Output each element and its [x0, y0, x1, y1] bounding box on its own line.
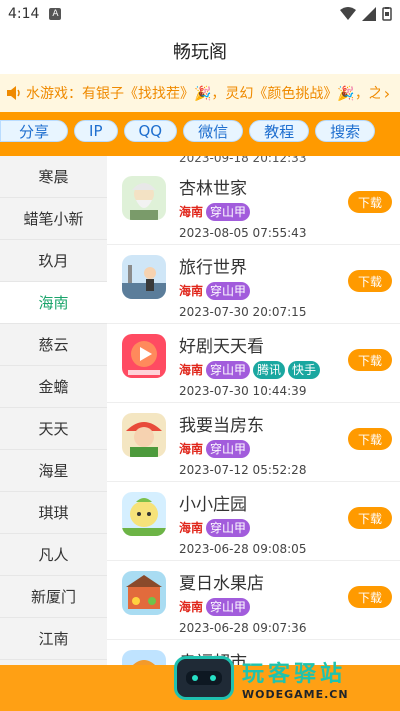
download-button[interactable]: 下载 — [348, 507, 392, 529]
tag-group: 海南 穿山甲 腾讯 快手 — [179, 361, 321, 379]
sidebar-item-active[interactable]: 海南 — [0, 282, 107, 324]
download-button[interactable]: 下载 — [348, 349, 392, 371]
app-name: 杏林世家 — [179, 179, 247, 199]
tag-badge: 穿山甲 — [206, 598, 251, 616]
tab-tutorial[interactable]: 教程 — [249, 120, 310, 142]
cut-off-date: 2023-09-18 20:12:33 — [179, 156, 307, 165]
download-button[interactable]: 下载 — [348, 586, 392, 608]
app-name: 好剧天天看 — [179, 337, 264, 357]
tab-search[interactable]: 搜索 — [315, 120, 376, 142]
tag-group: 海南 穿山甲 — [179, 440, 251, 458]
status-time: 4:14 — [8, 6, 40, 22]
sidebar-item[interactable]: 玖月 — [0, 240, 107, 282]
app-date: 2023-07-30 10:44:39 — [179, 384, 307, 398]
tag-badge: 穿山甲 — [206, 519, 251, 537]
list-item[interactable]: 好剧天天看海南 穿山甲 腾讯 快手 2023-07-30 10:44:39 下载 — [107, 324, 400, 403]
tag-badge: 海南 — [179, 442, 204, 456]
elder-icon[interactable] — [122, 176, 166, 220]
app-date: 2023-08-05 07:55:43 — [179, 226, 307, 240]
chevron-right-icon[interactable]: › — [380, 84, 394, 103]
tag-badge: 穿山甲 — [206, 282, 251, 300]
sidebar-item[interactable]: 新厦门 — [0, 576, 107, 618]
app-name: 夏日水果店 — [179, 574, 264, 594]
sidebar-item[interactable]: 慈云 — [0, 324, 107, 366]
watermark-cn: 玩客驿站 — [242, 661, 347, 687]
app-name: 小小庄园 — [179, 495, 247, 515]
tab-share[interactable]: 分享 — [0, 120, 69, 142]
travel-icon[interactable] — [122, 255, 166, 299]
app-list: 2023-09-18 20:12:33 杏林世家 海南 穿山甲 2023-08-05 … — [107, 156, 400, 711]
sidebar-item[interactable]: 天天 — [0, 408, 107, 450]
app-date: 2023-07-12 05:52:28 — [179, 463, 307, 477]
download-button[interactable]: 下载 — [348, 270, 392, 292]
tag-badge: 腾讯 — [253, 361, 286, 379]
app-header: 畅玩阁 — [0, 28, 400, 74]
tag-badge: 快手 — [288, 361, 321, 379]
tag-badge: 海南 — [179, 205, 204, 219]
sidebar-item[interactable]: 寒晨 — [0, 156, 107, 198]
sidebar-item[interactable]: 江南 — [0, 618, 107, 660]
tag-badge: 海南 — [179, 600, 204, 614]
tag-group: 海南 穿山甲 — [179, 282, 251, 300]
list-item[interactable]: 我要当房东海南 穿山甲 2023-07-12 05:52:28 下载 — [107, 403, 400, 482]
fruit-shop-icon[interactable] — [122, 571, 166, 615]
app-date: 2023-06-28 09:08:05 — [179, 542, 307, 556]
speaker-icon — [7, 86, 20, 100]
list-item[interactable]: 旅行世界海南 穿山甲 2023-07-30 20:07:15 下载 — [107, 245, 400, 324]
tag-group: 海南 穿山甲 — [179, 598, 251, 616]
site-watermark: 玩客驿站 WODEGAME.CN — [174, 649, 392, 707]
tag-badge: 海南 — [179, 284, 204, 298]
tag-badge: 穿山甲 — [206, 361, 251, 379]
status-bar: 4:14 A — [0, 0, 400, 28]
tag-badge: 海南 — [179, 521, 204, 535]
app-date: 2023-07-30 20:07:15 — [179, 305, 307, 319]
tab-ip[interactable]: IP — [74, 120, 118, 142]
farm-icon[interactable] — [122, 492, 166, 536]
notice-marquee[interactable]: 水游戏：有银子《找找茬》🎉，灵幻《颜色挑战》🎉，之 › — [0, 74, 400, 112]
signal-icon — [362, 7, 376, 21]
notification-icon: A — [49, 8, 62, 20]
tab-qq[interactable]: QQ — [123, 120, 178, 142]
watermark-en: WODEGAME.CN — [242, 687, 349, 701]
category-sidebar: 寒晨 蜡笔小新 玖月 海南 慈云 金蟾 天天 海星 琪琪 凡人 新厦门 江南 — [0, 156, 107, 711]
tag-group: 海南 穿山甲 — [179, 519, 251, 537]
app-name: 旅行世界 — [179, 258, 247, 278]
sidebar-item[interactable]: 金蟾 — [0, 366, 107, 408]
wifi-icon — [340, 7, 356, 20]
list-item[interactable]: 夏日水果店海南 穿山甲 2023-06-28 09:07:36 下载 — [107, 561, 400, 640]
tag-badge: 海南 — [179, 363, 204, 377]
tag-group: 海南 穿山甲 — [179, 203, 251, 221]
tag-badge: 穿山甲 — [206, 440, 251, 458]
sidebar-item[interactable]: 蜡笔小新 — [0, 198, 107, 240]
landlord-icon[interactable] — [122, 413, 166, 457]
sidebar-item[interactable]: 凡人 — [0, 534, 107, 576]
sidebar-item[interactable]: 琪琪 — [0, 492, 107, 534]
notice-text: 水游戏：有银子《找找茬》🎉，灵幻《颜色挑战》🎉，之 — [26, 86, 380, 102]
download-button[interactable]: 下载 — [348, 428, 392, 450]
tag-badge: 穿山甲 — [206, 203, 251, 221]
content-area: 寒晨 蜡笔小新 玖月 海南 慈云 金蟾 天天 海星 琪琪 凡人 新厦门 江南 2… — [0, 150, 400, 711]
list-item[interactable]: 小小庄园海南 穿山甲 2023-06-28 09:08:05 下载 — [107, 482, 400, 561]
list-item[interactable]: 杏林世家海南 穿山甲 2023-08-05 07:55:43 下载 — [107, 166, 400, 245]
page-title: 畅玩阁 — [173, 42, 227, 63]
tab-wechat[interactable]: 微信 — [183, 120, 244, 142]
battery-icon — [382, 7, 392, 21]
app-date: 2023-06-28 09:07:36 — [179, 621, 307, 635]
top-tabs: 分享 IP QQ 微信 教程 搜索 — [0, 112, 400, 150]
play-icon[interactable] — [122, 334, 166, 378]
status-icons — [340, 7, 392, 21]
app-name: 我要当房东 — [179, 416, 264, 436]
download-button[interactable]: 下载 — [348, 191, 392, 213]
sidebar-item[interactable]: 海星 — [0, 450, 107, 492]
robot-logo-icon — [174, 656, 234, 700]
